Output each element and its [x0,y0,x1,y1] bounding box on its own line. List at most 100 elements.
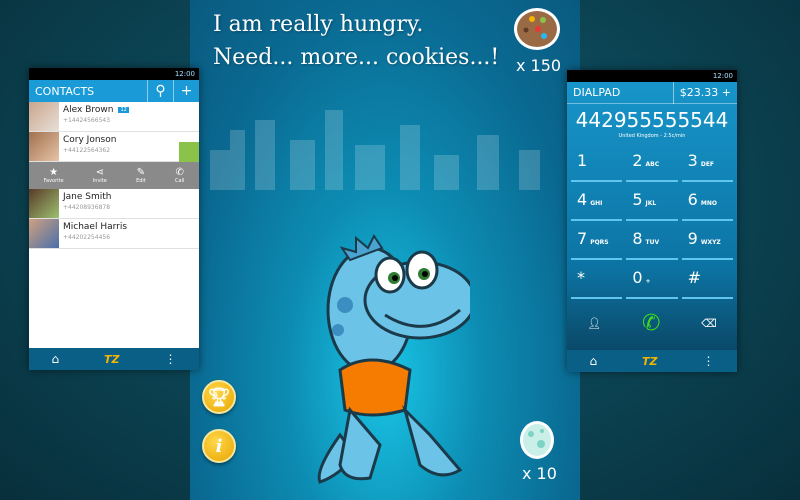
contact-row[interactable]: Jane Smith +44208936878 [29,189,199,219]
contact-phone: +14424566543 [63,117,111,124]
contacts-title: CONTACTS [35,84,95,98]
trophy-icon: 🏆︎ [207,386,231,408]
info-icon: i [215,435,223,457]
invite-button[interactable]: ⋖ Invite [93,167,107,184]
speech-line-2: Need... more... cookies...! [213,45,500,70]
search-button[interactable]: ⚲ [147,80,173,102]
egg-count: x 10 [522,464,557,483]
contact-name-text: Alex Brown [63,105,114,115]
dialpad-title: DIALPAD [573,86,621,99]
action-label: Invite [92,178,107,184]
dialed-number[interactable]: 442955555544 [567,108,737,132]
key-3[interactable]: 3 DEF [681,143,733,182]
contact-icon[interactable]: 👤︎ [587,317,601,330]
bottom-nav: ⌂ TZ ⋮ [567,350,737,372]
contact-phone: +44202254456 [63,234,111,241]
key-letters: DEF [700,161,715,168]
dialpad-appbar: DIALPAD $23.33 + [567,81,737,104]
balance-button[interactable]: $23.33 + [672,81,737,104]
app-logo-icon[interactable]: TZ [642,355,657,368]
avatar [29,219,59,248]
key-letters: GHI [590,200,603,207]
key-digit: 4 [577,190,588,209]
contact-badge: 12 [118,106,129,113]
action-label: Call [175,178,185,184]
share-icon: ⋖ [95,167,105,178]
info-button[interactable]: i [202,429,236,463]
home-icon[interactable]: ⌂ [51,352,59,366]
key-digit: 8 [632,229,643,248]
city-skyline [210,110,540,190]
key-digit: 0 [632,268,643,287]
cookie-count: x 150 [516,56,562,75]
dino-speech: I am really hungry. Need... more... cook… [213,8,499,74]
key-digit: # [687,268,702,287]
contacts-phone: 12:00 CONTACTS ⚲ + Alex Brown 12 +14424566… [29,68,199,370]
key-digit: 9 [687,229,698,248]
dial-actions: 👤︎ ✆ ⌫ [567,299,737,347]
contact-name: Jane Smith [63,192,112,202]
edit-button[interactable]: ✎ Edit [136,167,146,184]
avatar [29,132,59,161]
backspace-icon[interactable]: ⌫ [701,317,717,330]
menu-icon[interactable]: ⋮ [164,352,176,366]
avatar [29,102,59,131]
status-bar: 12:00 [29,68,199,80]
action-label: Edit [136,178,146,184]
contact-phone: +44208936878 [63,204,111,211]
key-8[interactable]: 8 TUV [626,221,678,260]
key-digit: 7 [577,229,588,248]
phone-icon: ✆ [175,167,184,178]
contacts-appbar: CONTACTS ⚲ + [29,80,199,102]
egg-icon[interactable] [518,416,556,460]
add-contact-button[interactable]: + [173,80,199,102]
key-2[interactable]: 2 ABC [626,143,678,182]
add-credit: + [721,85,731,99]
key-0[interactable]: 0 + [626,260,678,299]
speech-line-1: I am really hungry. [213,12,424,37]
key-digit: 1 [577,151,588,170]
pencil-icon: ✎ [136,167,146,178]
home-icon[interactable]: ⌂ [589,354,597,368]
contact-row[interactable]: Cory Jonson +44122564362 [29,132,199,162]
bottom-nav: ⌂ TZ ⋮ [29,348,199,370]
call-button[interactable]: ✆ Call [175,167,184,184]
key-7[interactable]: 7 PQRS [571,221,623,260]
key-digit: 6 [687,190,698,209]
key-9[interactable]: 9 WXYZ [681,221,733,260]
contact-row[interactable]: Alex Brown 12 +14424566543 [29,102,199,132]
key-letters: + [645,278,651,285]
key-letters: MNO [700,200,717,207]
key-*[interactable]: * [571,260,623,299]
search-icon: ⚲ [155,83,166,99]
contact-actions: ★ Favorite ⋖ Invite ✎ Edit ✆ Call [29,162,199,189]
key-6[interactable]: 6 MNO [681,182,733,221]
key-letters: TUV [645,239,660,246]
dino-character[interactable] [310,220,470,495]
menu-icon[interactable]: ⋮ [702,354,714,368]
key-4[interactable]: 4 GHI [571,182,623,221]
cookie-icon[interactable] [512,6,562,52]
key-digit: * [577,268,585,287]
key-letters: JKL [645,200,657,207]
key-1[interactable]: 1 [571,143,623,182]
contact-row[interactable]: Michael Harris +44202254456 [29,219,199,249]
call-icon[interactable]: ✆ [642,311,660,336]
action-label: Favorite [43,178,64,184]
status-indicator [179,142,199,162]
keypad: 1 2 ABC 3 DEF 4 GHI 5 JKL 6 MNO 7 PQRS 8 TUV 9 WXYZ * 0 + # [567,139,737,299]
contact-name: Alex Brown 12 [63,105,129,115]
status-bar: 12:00 [567,70,737,82]
key-digit: 5 [632,190,643,209]
key-letters: PQRS [590,239,609,246]
balance: $23.33 [679,85,719,99]
avatar [29,189,59,218]
key-digit: 2 [632,151,643,170]
dialpad-phone: 12:00 DIALPAD $23.33 + 442955555544 Unit… [567,70,737,372]
key-digit: 3 [687,151,698,170]
key-#[interactable]: # [681,260,733,299]
favorite-button[interactable]: ★ Favorite [44,167,64,184]
key-5[interactable]: 5 JKL [626,182,678,221]
app-logo-icon[interactable]: TZ [104,353,119,366]
trophy-button[interactable]: 🏆︎ [202,380,236,414]
